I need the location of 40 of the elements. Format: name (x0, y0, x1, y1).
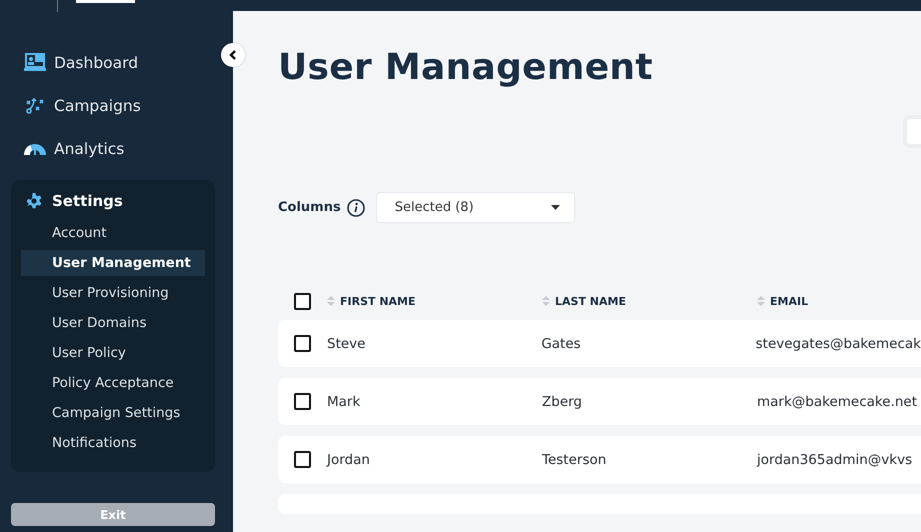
info-icon[interactable] (346, 198, 365, 216)
submenu-item[interactable]: User Policy (21, 340, 205, 366)
checkbox[interactable] (294, 335, 311, 352)
collapse-button[interactable] (221, 43, 245, 67)
checkbox[interactable] (294, 292, 311, 310)
table-cell-text: Steve (327, 336, 366, 352)
page-title: User Management (278, 46, 654, 90)
submenu-item[interactable]: User Management (21, 250, 205, 276)
nav-item[interactable]: Campaigns (24, 91, 141, 121)
nav-item[interactable]: Dashboard (24, 48, 138, 78)
play-diagram-icon (25, 98, 45, 114)
gear-icon (25, 192, 43, 210)
columns-label: Columns (278, 200, 341, 215)
nav-item[interactable]: Analytics (24, 134, 124, 164)
table-cell: stevegates@bakemecak (756, 336, 921, 352)
table-cell: jordan365admin@vkvs (757, 452, 912, 468)
table-cell-text: Jordan (327, 452, 371, 468)
submenu-item[interactable]: Notifications (21, 430, 205, 456)
submenu-item[interactable]: Campaign Settings (21, 400, 205, 426)
logo-image (76, 0, 135, 3)
submenu-item[interactable]: User Provisioning (21, 280, 205, 306)
table-cell-text: Zberg (542, 394, 584, 410)
submenu-item[interactable]: User Domains (21, 310, 205, 336)
table-cell-text: Mark (327, 394, 362, 410)
table-cell-text: Testerson (542, 452, 608, 468)
checkbox[interactable] (294, 451, 311, 468)
column-header[interactable]: FIRST NAME (340, 294, 416, 308)
checkbox[interactable] (294, 393, 311, 410)
table-cell: mark@bakemecake.net (757, 394, 918, 410)
gauge-icon (24, 143, 46, 155)
caret-icon (550, 205, 560, 210)
submenu-item[interactable]: Policy Acceptance (21, 370, 205, 396)
chevron-left-icon (229, 50, 237, 60)
settings-header[interactable]: Settings (21, 190, 123, 212)
column-header[interactable]: EMAIL (770, 294, 808, 308)
column-header[interactable]: LAST NAME (555, 294, 626, 308)
monitor-icon (24, 53, 46, 73)
table-cell-text: Gates (541, 336, 582, 352)
submenu-item[interactable]: Account (21, 220, 205, 246)
columns-dropdown[interactable]: Selected (8) (376, 192, 575, 223)
